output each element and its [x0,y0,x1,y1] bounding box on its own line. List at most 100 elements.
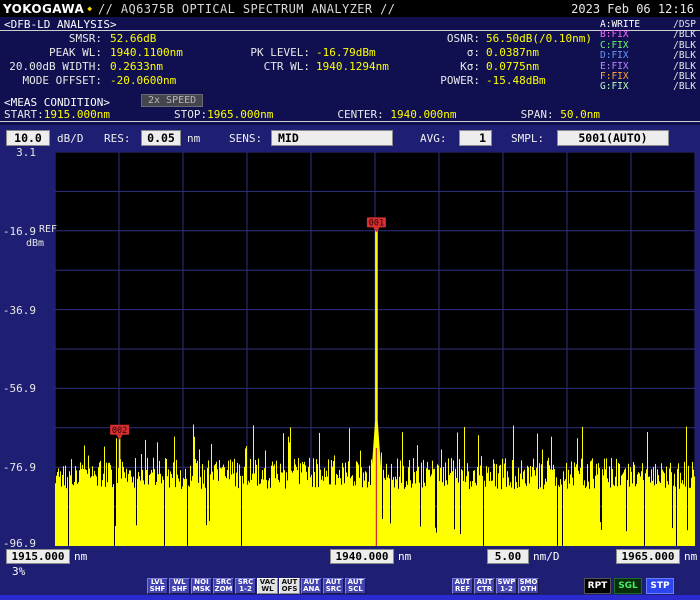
x-stop-field[interactable]: 1965.000 [616,549,680,564]
average-label: AVG: [420,131,447,146]
resolution-unit: nm [187,131,200,146]
x-per-div-field[interactable]: 5.00 [487,549,529,564]
softkey-line2: ZOM [215,586,233,594]
level-scale-field[interactable]: 10.0 [6,130,50,146]
analysis-value [310,74,428,88]
analysis-value: 0.2633nm [102,60,232,74]
analysis-label: σ: [428,46,480,60]
meas-value: 1940.000nm [384,108,457,121]
analysis-label: SMSR: [2,32,102,46]
softkey-line2: CTR [477,586,492,594]
analysis-panel: <DFB-LD ANALYSIS> SMSR:52.66dBOSNR:56.50… [0,17,700,125]
softkey-line2: MSK [193,586,210,594]
softkey-aut-src[interactable]: AUTSRC [323,578,344,594]
analysis-row: 20.00dB WIDTH:0.2633nmCTR WL:1940.1294nm… [2,60,602,74]
softkey-wl-shf[interactable]: WLSHF [169,578,190,594]
softkey-toolbar: LVLSHFWLSHFNOIMSKSRCZOMSRC1-2VACWLAUTOFS… [0,578,700,595]
x-center-group: 1940.000 nm [330,549,411,564]
window-title: // AQ6375B OPTICAL SPECTRUM ANALYZER // [98,2,395,16]
sensitivity-field[interactable]: MID [271,130,393,146]
single-sweep-button[interactable]: SGL [614,578,642,594]
softkey-aut-ref[interactable]: AUTREF [452,578,473,594]
logo-diamond-icon: ◆ [87,4,92,13]
softkey-line2: 1-2 [500,586,513,594]
trace-status: G:FIX/BLK [600,82,696,92]
analysis-value: 0.0775nm [480,60,539,74]
analysis-label: PK LEVEL: [232,46,310,60]
sweep-progress: 3% [12,565,25,578]
softkey-line2: SCL [348,586,363,594]
analysis-label: POWER: [428,74,480,88]
repeat-sweep-button[interactable]: RPT [584,578,611,594]
meas-value: 1965.000nm [207,108,273,121]
softkey-smo-oth[interactable]: SMOOTH [518,578,539,594]
sweep-settings-row: 10.0 dB/D RES: 0.05 nm SENS: MID AVG: 1 … [0,130,700,148]
softkey-lvl-shf[interactable]: LVLSHF [147,578,168,594]
softkey-line2: SHF [150,586,166,594]
x-axis-row: 1915.000 nm 1940.000 nm 5.00 nm/D 1965.0… [0,549,700,565]
analysis-label: PEAK WL: [2,46,102,60]
analysis-label: CTR WL: [232,60,310,74]
softkey-src-1-2[interactable]: SRC1-2 [235,578,256,594]
analysis-row: SMSR:52.66dBOSNR:56.50dB(/0.10nm) [2,32,602,46]
analysis-results-grid: SMSR:52.66dBOSNR:56.50dB(/0.10nm)PEAK WL… [2,32,602,88]
analysis-label [232,32,310,46]
divider [0,121,700,122]
analysis-label: OSNR: [428,32,480,46]
softkey-line2: OFS [282,586,298,594]
x-stop-unit: nm [684,550,697,563]
meas-label: START: [4,108,44,121]
average-field[interactable]: 1 [459,130,492,146]
x-center-unit: nm [398,550,411,563]
y-axis-unit: dBm [26,238,44,249]
spectrum-plot[interactable]: 001 002 [55,152,695,546]
divider [0,30,700,31]
trace-name: G:FIX [600,82,629,92]
y-tick-label: -16.9 [0,225,36,238]
analysis-value: 1940.1100nm [102,46,232,60]
analysis-row: PEAK WL:1940.1100nmPK LEVEL:-16.79dBmσ:0… [2,46,602,60]
datetime-display: 2023 Feb 06 12:16 [571,2,694,16]
resolution-field[interactable]: 0.05 [141,130,181,146]
meas-label: CENTER: [337,108,383,121]
meas-value: 1915.000nm [44,108,110,121]
yokogawa-logo: YOKOGAWA [3,2,84,16]
softkey-src-zom[interactable]: SRCZOM [213,578,234,594]
softkey-aut-ana[interactable]: AUTANA [301,578,322,594]
trace-mode: /BLK [673,82,696,92]
x-start-field[interactable]: 1915.000 [6,549,70,564]
softkey-swp-1-2[interactable]: SWP1-2 [496,578,517,594]
y-tick-label: -36.9 [0,304,36,317]
softkey-vac-wl[interactable]: VACWL [257,578,278,594]
softkey-line2: SHF [172,586,188,594]
trace-name: D:FIX [600,51,629,61]
x-center-field[interactable]: 1940.000 [330,549,394,564]
analysis-row: MODE OFFSET:-20.0600nmPOWER:-15.48dBm [2,74,602,88]
stop-sweep-button[interactable]: STP [646,578,674,594]
softkey-line2: SRC [326,586,342,594]
trace-status: D:FIX/BLK [600,51,696,61]
svg-text:002: 002 [112,426,127,436]
osa-screen: YOKOGAWA ◆ // AQ6375B OPTICAL SPECTRUM A… [0,0,700,600]
softkey-line2: WL [261,586,273,594]
softkey-aut-scl[interactable]: AUTSCL [345,578,366,594]
meas-value: 50.0nm [554,108,600,121]
resolution-label: RES: [104,131,131,146]
softkey-aut-ctr[interactable]: AUTCTR [474,578,495,594]
analysis-label: Kσ: [428,60,480,74]
sweep-speed-badge: 2x SPEED [141,94,203,107]
y-tick-label: -76.9 [0,461,36,474]
svg-text:001: 001 [369,218,384,228]
sampling-label: SMPL: [511,131,544,146]
softkey-noi-msk[interactable]: NOIMSK [191,578,212,594]
analysis-value: 1940.1294nm [310,60,428,74]
analysis-value: -20.0600nm [102,74,232,88]
sampling-field[interactable]: 5001(AUTO) [557,130,669,146]
x-per-div-group: 5.00 nm/D [487,549,560,564]
trace-status-list: A:WRITE/DSPB:FIX/BLKC:FIX/BLKD:FIX/BLKE:… [600,20,696,93]
y-tick-label: -56.9 [0,382,36,395]
meas-condition-values: START:1915.000nmSTOP:1965.000nmCENTER: 1… [4,108,664,121]
softkey-line2: REF [455,586,470,594]
softkey-aut-ofs[interactable]: AUTOFS [279,578,300,594]
meas-label: SPAN: [521,108,554,121]
